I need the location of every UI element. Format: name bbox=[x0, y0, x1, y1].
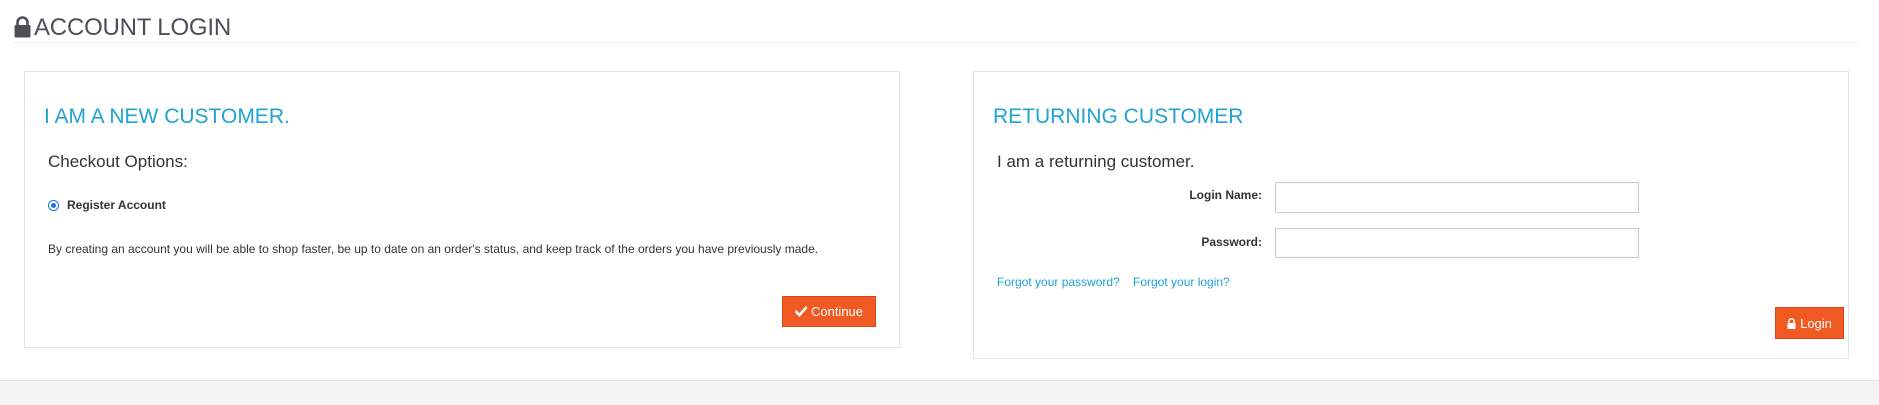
register-description: By creating an account you will be able … bbox=[48, 242, 819, 256]
login-button-label: Login bbox=[1800, 315, 1832, 331]
page-header: ACCOUNT LOGIN bbox=[14, 10, 1859, 43]
returning-customer-intro: I am a returning customer. bbox=[997, 152, 1195, 171]
password-label: Password: bbox=[1201, 235, 1262, 249]
forgot-login-link[interactable]: Forgot your login? bbox=[1133, 275, 1230, 289]
login-name-input[interactable] bbox=[1275, 182, 1639, 213]
register-account-radio[interactable] bbox=[48, 199, 59, 211]
check-icon bbox=[794, 306, 807, 317]
new-customer-panel: I AM A NEW CUSTOMER. Checkout Options: R… bbox=[24, 71, 900, 348]
page-title-text: ACCOUNT LOGIN bbox=[34, 14, 231, 41]
new-customer-heading: I AM A NEW CUSTOMER. bbox=[44, 105, 290, 128]
register-account-label[interactable]: Register Account bbox=[67, 198, 166, 212]
checkout-options-label: Checkout Options: bbox=[48, 152, 188, 171]
login-name-label: Login Name: bbox=[1189, 188, 1262, 202]
register-account-option[interactable]: Register Account bbox=[48, 198, 166, 212]
continue-button[interactable]: Continue bbox=[782, 296, 876, 327]
continue-button-label: Continue bbox=[810, 304, 864, 319]
lock-icon bbox=[1787, 317, 1796, 329]
returning-customer-panel: RETURNING CUSTOMER I am a returning cust… bbox=[973, 71, 1849, 359]
footer-bar bbox=[0, 380, 1879, 405]
page-title: ACCOUNT LOGIN bbox=[14, 14, 231, 42]
lock-icon bbox=[14, 16, 31, 38]
returning-customer-heading: RETURNING CUSTOMER bbox=[993, 105, 1244, 128]
password-input[interactable] bbox=[1275, 228, 1639, 258]
login-button[interactable]: Login bbox=[1775, 307, 1844, 339]
forgot-password-link[interactable]: Forgot your password? bbox=[997, 275, 1120, 289]
